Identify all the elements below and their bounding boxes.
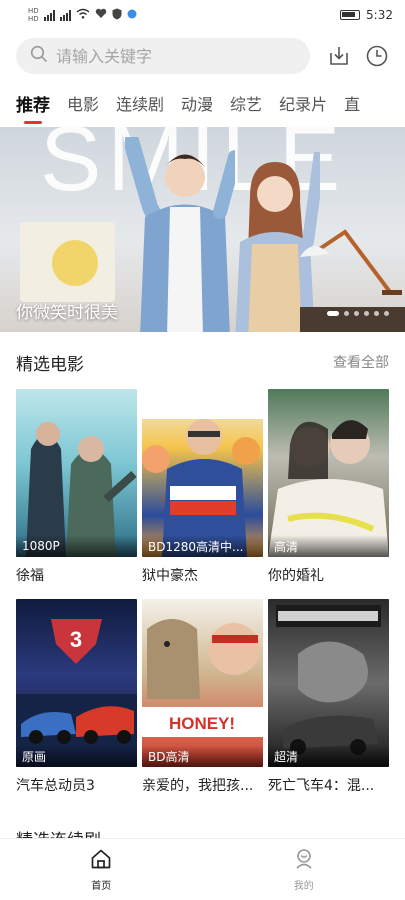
tab-documentary[interactable]: 纪录片 — [279, 86, 327, 120]
tab-movies[interactable]: 电影 — [67, 86, 99, 120]
banner-artwork-board — [20, 222, 115, 302]
svg-text:HONEY!: HONEY! — [169, 714, 235, 733]
app-notify-icon — [127, 8, 137, 22]
featured-movies-grid: 1080P 徐福 BD1280高清中... 狱中豪杰 高清 你的婚礼 3 原画 … — [16, 389, 389, 809]
movie-poster[interactable]: HONEY! BD高清 — [142, 599, 263, 767]
poster-artwork — [276, 605, 381, 755]
movie-title[interactable]: 汽车总动员3 — [16, 775, 137, 795]
bottom-nav: 首页 我的 — [0, 838, 405, 900]
banner-figure-male — [125, 137, 235, 332]
search-row — [0, 38, 405, 76]
banner-dot-6[interactable] — [384, 311, 389, 316]
category-tabs: 推荐 电影 连续剧 动漫 综艺 纪录片 直 — [0, 86, 405, 126]
movie-title[interactable]: 狱中豪杰 — [142, 565, 263, 585]
poster-artwork — [26, 422, 137, 557]
section-title: 精选电影 — [16, 354, 84, 375]
search-icon — [30, 45, 48, 67]
movie-card[interactable]: 3 原画 汽车总动员3 — [16, 599, 137, 809]
movie-card[interactable]: HONEY! BD高清 亲爱的，我把孩... — [142, 599, 263, 809]
movie-poster[interactable]: 3 原画 — [16, 599, 137, 767]
heart-pulse-icon — [95, 8, 107, 22]
search-box[interactable] — [16, 38, 310, 74]
movie-poster[interactable]: 高清 — [268, 389, 389, 557]
search-input[interactable] — [56, 46, 286, 66]
quality-badge: 高清 — [268, 535, 389, 557]
featured-movies-header: 精选电影 查看全部 — [16, 349, 389, 375]
movie-card[interactable]: 超清 死亡飞车4：混... — [268, 599, 389, 809]
shield-icon — [112, 8, 122, 23]
movie-poster[interactable]: BD1280高清中... — [142, 389, 263, 557]
banner-caption: 你微笑时很美 — [16, 303, 118, 323]
view-all-link[interactable]: 查看全部 — [333, 352, 389, 372]
svg-text:3: 3 — [70, 627, 82, 652]
movie-card[interactable]: 高清 你的婚礼 — [268, 389, 389, 599]
nav-home-label: 首页 — [91, 880, 112, 892]
nav-home[interactable]: 首页 — [0, 839, 203, 900]
banner-dot-5[interactable] — [374, 311, 379, 316]
movie-card[interactable]: BD1280高清中... 狱中豪杰 — [142, 389, 263, 599]
movie-card[interactable]: 1080P 徐福 — [16, 389, 137, 599]
banner-dot-1[interactable] — [327, 311, 339, 316]
quality-badge: 原画 — [16, 745, 137, 767]
tab-variety[interactable]: 综艺 — [230, 86, 262, 120]
home-icon — [90, 848, 112, 874]
tab-live[interactable]: 直 — [344, 86, 360, 120]
movie-poster[interactable]: 超清 — [268, 599, 389, 767]
hero-banner[interactable]: SMILE 你微笑时很美 — [0, 127, 405, 332]
poster-artwork — [268, 420, 389, 557]
banner-dot-4[interactable] — [364, 311, 369, 316]
status-right: 5:32 — [340, 8, 393, 22]
movie-title[interactable]: 徐福 — [16, 565, 137, 585]
quality-badge: 1080P — [16, 535, 137, 557]
poster-artwork: 3 — [16, 619, 137, 767]
nav-mine[interactable]: 我的 — [203, 839, 405, 900]
banner-dot-3[interactable] — [354, 311, 359, 316]
movie-title[interactable]: 死亡飞车4：混... — [268, 775, 389, 795]
series-section-title: 精选连续剧 — [16, 826, 101, 838]
tab-recommend[interactable]: 推荐 — [16, 86, 50, 120]
signal-2-icon — [59, 9, 71, 21]
profile-icon — [293, 848, 315, 874]
movie-title[interactable]: 亲爱的，我把孩... — [142, 775, 263, 795]
download-icon[interactable] — [326, 43, 352, 69]
history-clock-icon[interactable] — [364, 43, 390, 69]
status-time: 5:32 — [366, 8, 393, 22]
quality-badge: BD1280高清中... — [142, 535, 263, 557]
movie-title[interactable]: 你的婚礼 — [268, 565, 389, 585]
wifi-icon — [76, 8, 90, 22]
sim-tags: HD HD — [28, 7, 39, 23]
sim-tag-2: HD — [28, 15, 39, 23]
tab-anime[interactable]: 动漫 — [181, 86, 213, 120]
sim-tag-1: HD — [28, 7, 39, 15]
poster-artwork: HONEY! — [142, 619, 263, 737]
banner-dot-2[interactable] — [344, 311, 349, 316]
nav-mine-label: 我的 — [293, 880, 314, 892]
signal-icon — [43, 9, 55, 21]
movie-poster[interactable]: 1080P — [16, 389, 137, 557]
quality-badge: BD高清 — [142, 745, 263, 767]
banner-indicator — [327, 311, 389, 316]
status-bar: HD HD 5:32 — [0, 0, 405, 30]
battery-icon — [340, 10, 361, 20]
quality-badge: 超清 — [268, 745, 389, 767]
poster-artwork — [142, 389, 263, 557]
status-left: HD HD — [28, 7, 137, 23]
tab-series[interactable]: 连续剧 — [116, 86, 164, 120]
